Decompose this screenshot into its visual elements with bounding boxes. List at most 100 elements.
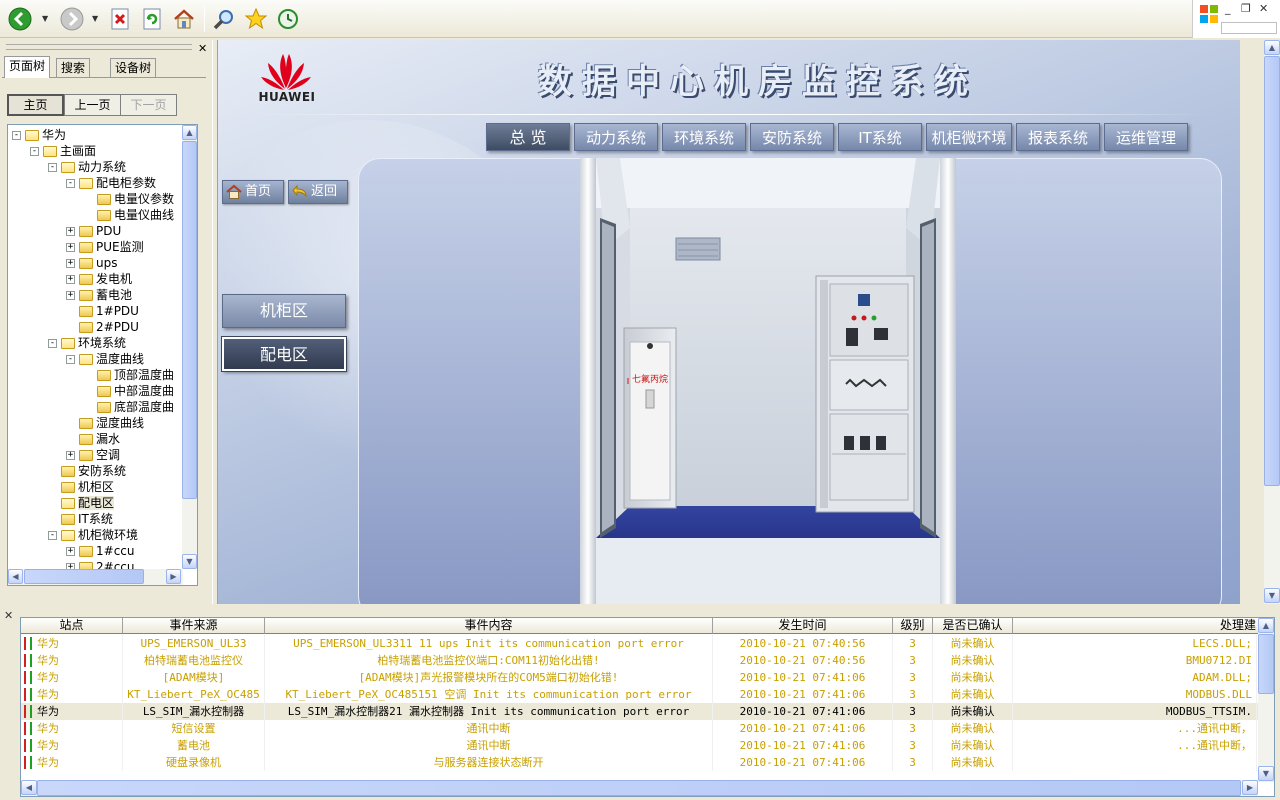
tab-overview[interactable]: 总 览 [486,123,570,151]
tab-device-tree[interactable]: 设备树 [110,58,157,78]
tree-node[interactable]: - 配电柜参数 [66,175,156,191]
col-time[interactable]: 发生时间 [713,618,893,634]
favorites-icon[interactable] [242,5,270,33]
tree-node[interactable]: 电量仪参数 [84,191,174,207]
close-icon[interactable]: ✕ [1259,2,1268,15]
tree-node[interactable]: 底部温度曲 [84,399,174,415]
close-pane-icon[interactable]: ✕ [198,42,207,55]
stop-icon[interactable] [106,5,134,33]
expand-icon[interactable]: + [66,291,75,300]
grid-h-scroll-thumb[interactable] [37,780,1241,796]
tree-node[interactable]: 2#PDU [66,319,139,335]
table-row[interactable]: 华为 柏特瑞蓄电池监控仪 柏特瑞蓄电池监控仪端口:COM11初始化出错! 2010-1… [21,652,1261,669]
address-bar[interactable] [1221,22,1277,34]
restore-icon[interactable]: ❐ [1241,2,1251,15]
table-row[interactable]: 华为 [ADAM模块] [ADAM模块]声光报警模块所在的COM5端口初始化错! 20… [21,669,1261,686]
search-icon[interactable] [210,5,238,33]
back-dropdown-icon[interactable]: ▼ [42,14,48,23]
grid-scroll-down-icon[interactable]: ▼ [1258,766,1274,781]
col-content[interactable]: 事件内容 [265,618,713,634]
tree-node[interactable]: 机柜区 [48,479,114,495]
tab-page-tree[interactable]: 页面树 [4,56,51,78]
tree-node[interactable]: - 主画面 [30,143,96,159]
close-event-panel-icon[interactable]: ✕ [4,609,13,622]
tree-node[interactable]: IT系统 [48,511,113,527]
tab-search[interactable]: 搜索 [56,58,91,78]
scroll-right-icon[interactable]: ▶ [166,569,181,584]
page-scroll-down-icon[interactable]: ▼ [1264,588,1280,603]
table-row[interactable]: 华为 硬盘录像机 与服务器连接状态断开 2010-10-21 07:41:06 3 尚未确… [21,754,1261,771]
tree-node[interactable]: + PUE监测 [66,239,144,255]
expand-icon[interactable]: + [66,547,75,556]
tree-node[interactable]: - 动力系统 [48,159,126,175]
col-ack[interactable]: 是否已确认 [933,618,1013,634]
previous-page-button[interactable]: 上一页 [64,94,121,116]
grid-horizontal-scrollbar[interactable]: ◀ ▶ [21,780,1258,796]
home-icon[interactable] [170,5,198,33]
tree-node[interactable]: - 温度曲线 [66,351,144,367]
tree-node[interactable]: 顶部温度曲 [84,367,174,383]
scroll-thumb[interactable] [182,141,197,499]
tree-node[interactable]: + 空调 [66,447,120,463]
tab-power-system[interactable]: 动力系统 [574,123,658,151]
tab-cabinet-microenv[interactable]: 机柜微环境 [926,123,1012,151]
tab-security-system[interactable]: 安防系统 [750,123,834,151]
back-button[interactable]: 返回 [288,180,348,204]
grid-scroll-thumb[interactable] [1258,634,1274,694]
collapse-icon[interactable]: - [48,531,57,540]
tab-it-system[interactable]: IT系统 [838,123,922,151]
forward-icon[interactable] [58,5,86,33]
scroll-up-icon[interactable]: ▲ [182,125,197,140]
home-page-button[interactable]: 主页 [7,94,64,116]
expand-icon[interactable]: + [66,451,75,460]
refresh-icon[interactable] [138,5,166,33]
collapse-icon[interactable]: - [12,131,21,140]
pane-grip[interactable] [6,44,192,50]
tree-node[interactable]: - 环境系统 [48,335,126,351]
table-row[interactable]: 华为 UPS_EMERSON_UL33 UPS_EMERSON_UL3311 11 … [21,635,1261,652]
table-row[interactable]: 华为 LS_SIM_漏水控制器 LS_SIM_漏水控制器21 漏水控制器 Init … [21,703,1261,720]
tab-ops-management[interactable]: 运维管理 [1104,123,1188,151]
page-vertical-scrollbar[interactable]: ▲ ▼ [1264,40,1280,604]
expand-icon[interactable]: + [66,259,75,268]
tree-node[interactable]: 1#PDU [66,303,139,319]
tree-node[interactable]: 中部温度曲 [84,383,174,399]
next-page-button[interactable]: 下一页 [120,94,177,116]
tree-horizontal-scrollbar[interactable]: ◀ ▶ [8,569,183,585]
tab-report-system[interactable]: 报表系统 [1016,123,1100,151]
zone-power-distribution-area[interactable]: 配电区 [221,336,347,372]
tree-node[interactable]: 湿度曲线 [66,415,144,431]
tree-node[interactable]: +1#ccu [66,543,135,559]
tree-node[interactable]: + PDU [66,223,121,239]
scroll-down-icon[interactable]: ▼ [182,554,197,569]
minimize-icon[interactable]: _ [1225,2,1231,15]
zone-cabinet-area[interactable]: 机柜区 [222,294,346,328]
expand-icon[interactable]: + [66,227,75,236]
expand-icon[interactable]: + [66,243,75,252]
grid-vertical-scrollbar[interactable]: ▲ ▼ [1258,618,1274,782]
table-row[interactable]: 华为 短信设置 通讯中断 2010-10-21 07:41:06 3 尚未确认 ...通讯中… [21,720,1261,737]
history-icon[interactable] [274,5,302,33]
tree-node[interactable]: - 机柜微环境 [48,527,138,543]
grid-scroll-left-icon[interactable]: ◀ [21,780,37,795]
tree-node[interactable]: + 蓄电池 [66,287,132,303]
collapse-icon[interactable]: - [48,339,57,348]
table-row[interactable]: 华为 KT_Liebert_PeX_OC485 KT_Liebert_PeX_OC4… [21,686,1261,703]
collapse-icon[interactable]: - [66,355,75,364]
page-scroll-thumb[interactable] [1264,56,1280,486]
tree-node[interactable]: + ups [66,255,117,271]
col-level[interactable]: 级别 [893,618,933,634]
home-button[interactable]: 首页 [222,180,284,204]
grid-scroll-right-icon[interactable]: ▶ [1242,780,1258,795]
grid-scroll-up-icon[interactable]: ▲ [1258,618,1274,633]
collapse-icon[interactable]: - [30,147,39,156]
collapse-icon[interactable]: - [48,163,57,172]
col-site[interactable]: 站点 [21,618,123,634]
collapse-icon[interactable]: - [66,179,75,188]
tree-node[interactable]: 电量仪曲线 [84,207,174,223]
expand-icon[interactable]: + [66,275,75,284]
page-scroll-up-icon[interactable]: ▲ [1264,40,1280,55]
tree-node[interactable]: 安防系统 [48,463,126,479]
tab-environment-system[interactable]: 环境系统 [662,123,746,151]
tree-vertical-scrollbar[interactable]: ▲ ▼ [182,125,197,569]
